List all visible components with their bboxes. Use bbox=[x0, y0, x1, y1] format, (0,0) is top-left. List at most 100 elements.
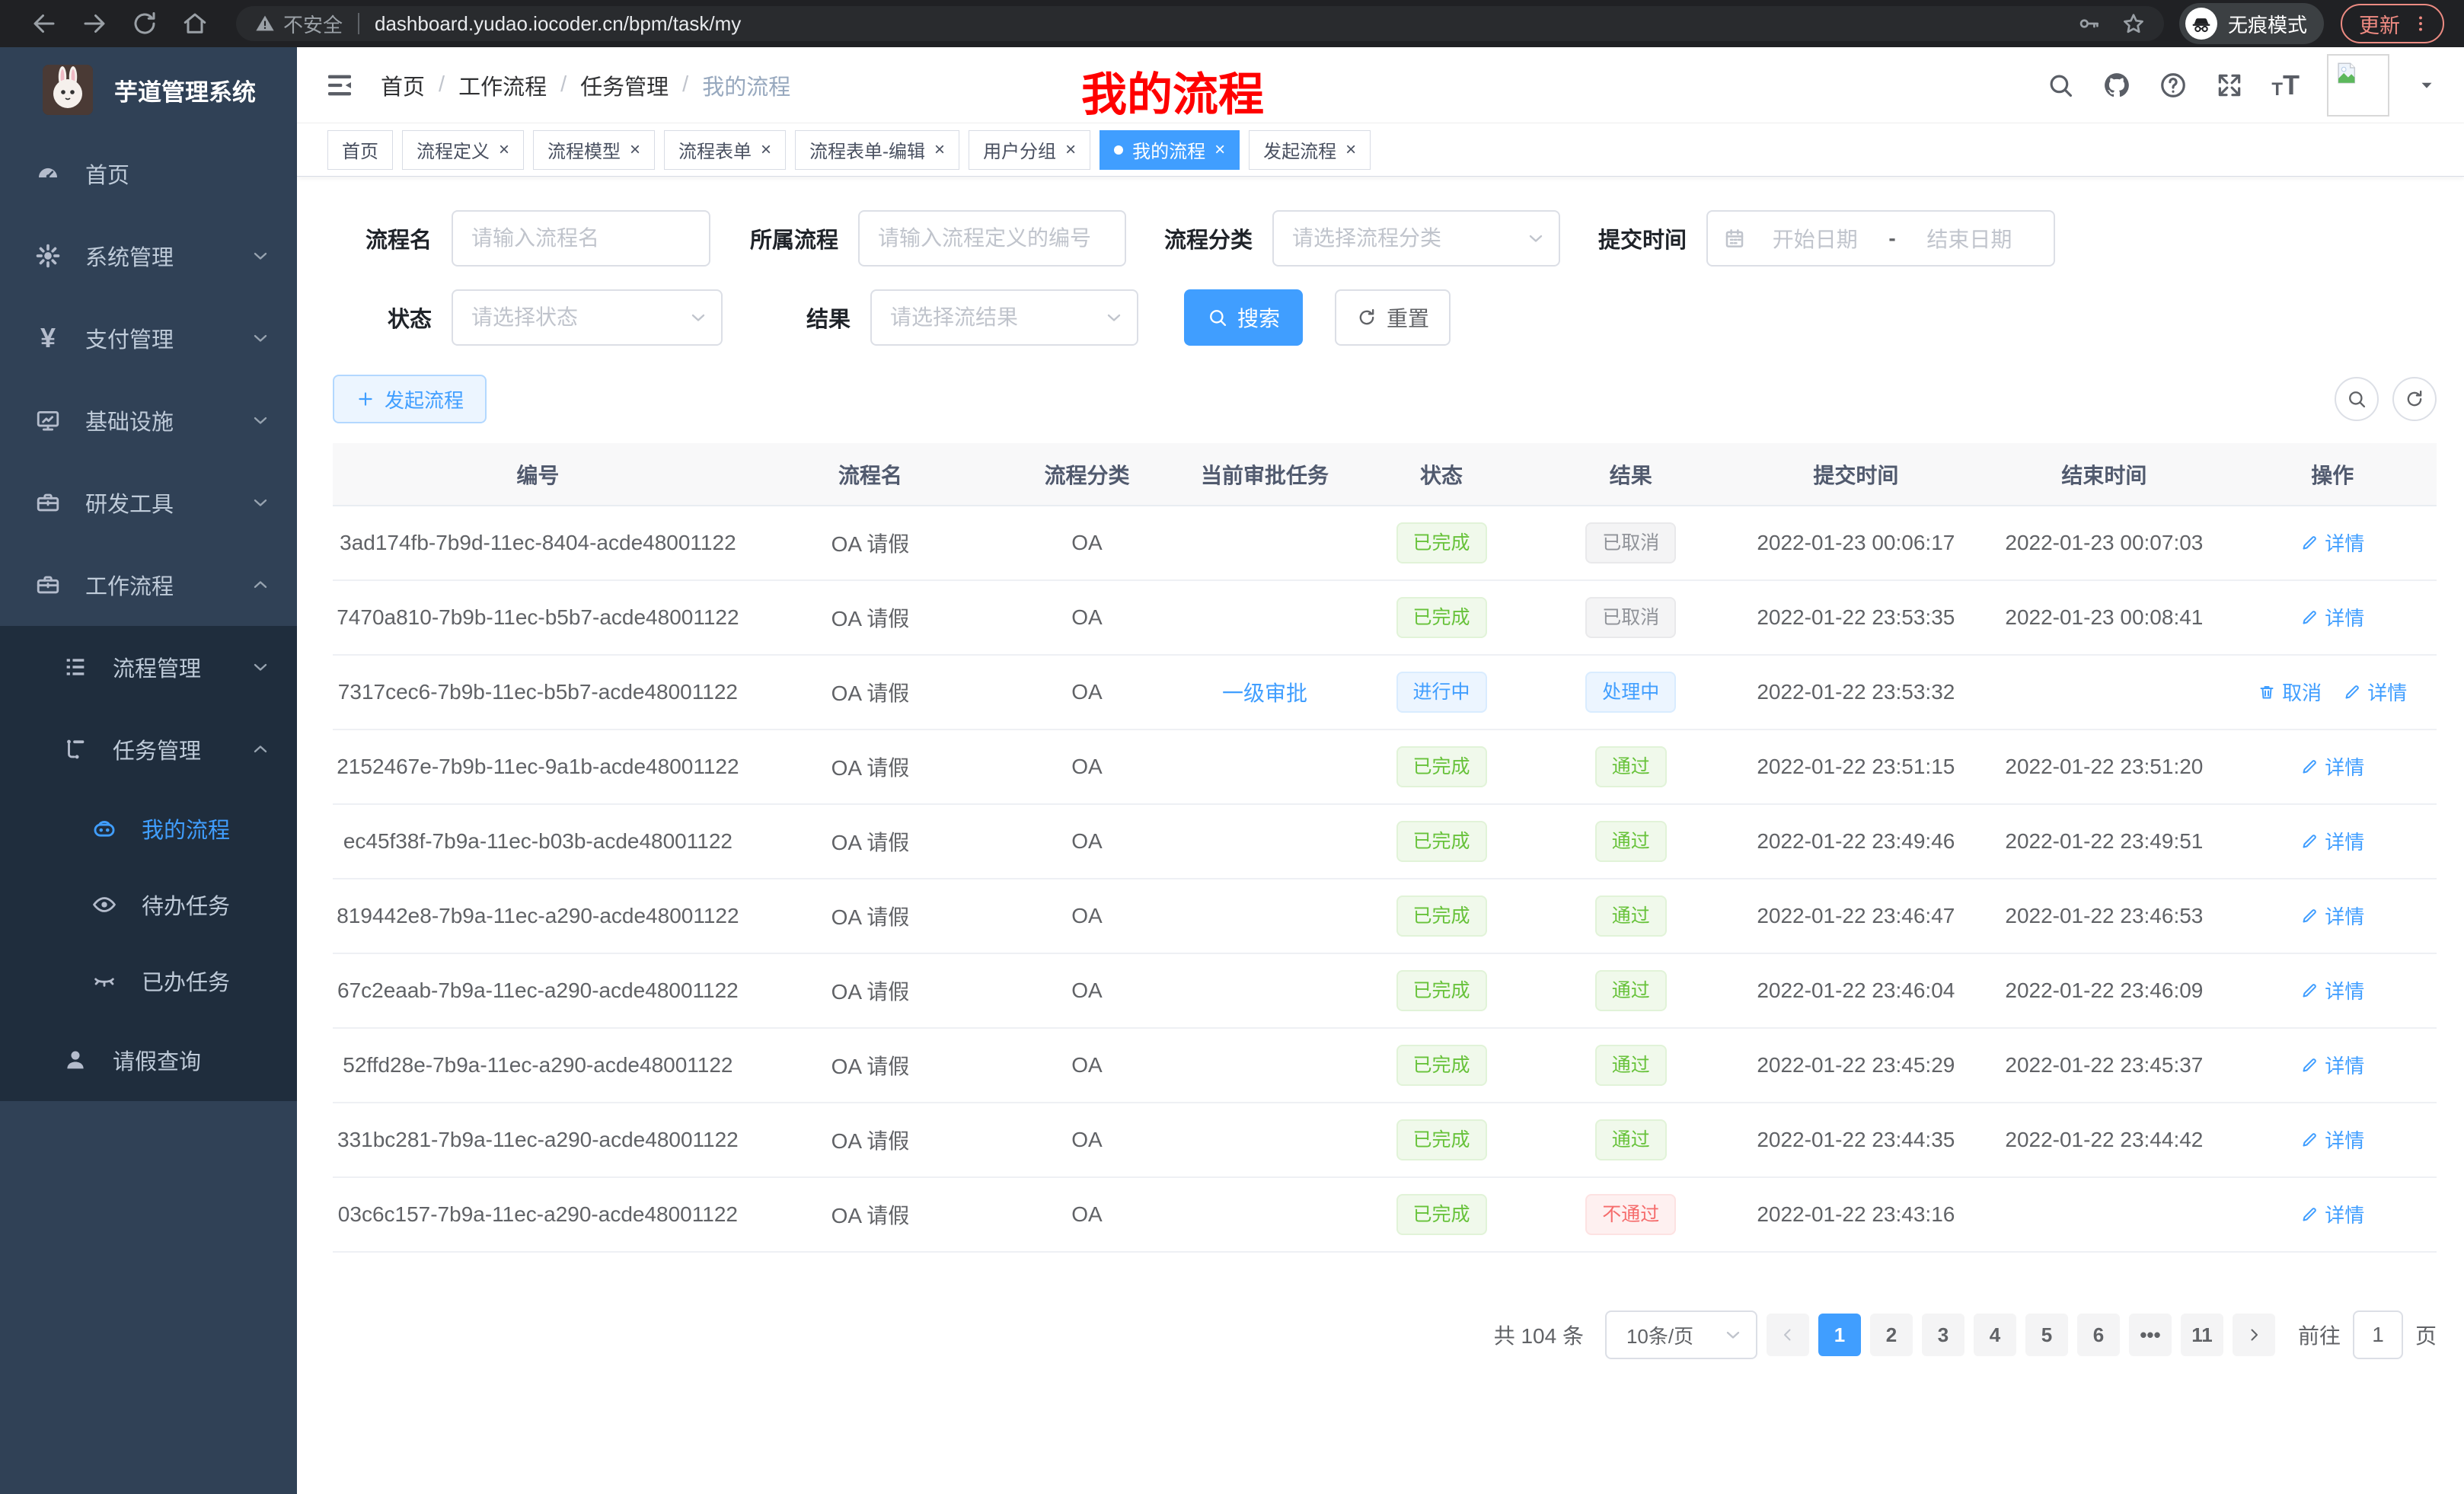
home-icon[interactable] bbox=[181, 10, 209, 37]
definition-input-field[interactable] bbox=[878, 226, 1106, 251]
time-range-picker[interactable]: 开始日期 - 结束日期 bbox=[1706, 210, 2055, 267]
sidebar-item-7[interactable]: 流程管理 bbox=[0, 626, 297, 708]
breadcrumb-item[interactable]: 工作流程 bbox=[458, 69, 547, 101]
tab-流程表单-编辑[interactable]: 流程表单-编辑× bbox=[795, 130, 959, 170]
hamburger-icon[interactable] bbox=[324, 70, 355, 101]
search-icon[interactable] bbox=[2046, 71, 2075, 100]
sidebar-item-12[interactable]: 请假查询 bbox=[0, 1019, 297, 1101]
status-select-field[interactable] bbox=[471, 305, 703, 330]
sidebar-item-3[interactable]: ¥支付管理 bbox=[0, 297, 297, 379]
cancel-action-button[interactable]: 取消 bbox=[2258, 678, 2322, 706]
search-button[interactable]: 搜索 bbox=[1184, 289, 1303, 346]
address-bar[interactable]: 不安全 dashboard.yudao.iocoder.cn/bpm/task/… bbox=[236, 6, 2164, 41]
close-icon[interactable]: × bbox=[761, 141, 771, 159]
caret-down-icon[interactable] bbox=[2417, 75, 2437, 95]
key-icon[interactable] bbox=[2077, 11, 2102, 36]
category-select[interactable] bbox=[1272, 210, 1560, 267]
next-page-button[interactable] bbox=[2233, 1314, 2275, 1356]
sidebar-item-label: 工作流程 bbox=[85, 569, 174, 601]
prev-page-button[interactable] bbox=[1767, 1314, 1809, 1356]
close-icon[interactable]: × bbox=[1345, 141, 1356, 159]
detail-action-button[interactable]: 详情 bbox=[2300, 827, 2364, 855]
refresh-table-button[interactable] bbox=[2392, 377, 2437, 421]
tab-流程模型[interactable]: 流程模型× bbox=[533, 130, 655, 170]
tab-我的流程[interactable]: 我的流程× bbox=[1100, 130, 1240, 170]
page-button-2[interactable]: 2 bbox=[1870, 1314, 1913, 1356]
detail-action-button[interactable]: 详情 bbox=[2300, 752, 2364, 781]
detail-action-button[interactable]: 详情 bbox=[2300, 902, 2364, 930]
sidebar-logo[interactable]: 芋道管理系统 bbox=[0, 47, 297, 132]
github-icon[interactable] bbox=[2102, 71, 2131, 100]
tab-用户分组[interactable]: 用户分组× bbox=[969, 130, 1090, 170]
status-select[interactable] bbox=[452, 289, 723, 346]
sidebar-item-4[interactable]: 基础设施 bbox=[0, 379, 297, 461]
browser-menu-icon[interactable] bbox=[2411, 14, 2430, 34]
url-text[interactable]: dashboard.yudao.iocoder.cn/bpm/task/my bbox=[375, 12, 2077, 36]
sidebar-item-1[interactable]: 首页 bbox=[0, 132, 297, 215]
definition-label: 所属流程 bbox=[748, 222, 838, 254]
avatar[interactable] bbox=[2327, 54, 2389, 117]
page-button-1[interactable]: 1 bbox=[1818, 1314, 1861, 1356]
name-input-field[interactable] bbox=[471, 226, 691, 251]
sidebar-item-2[interactable]: 系统管理 bbox=[0, 215, 297, 297]
sidebar-item-10[interactable]: 待办任务 bbox=[0, 867, 297, 943]
page-button-3[interactable]: 3 bbox=[1922, 1314, 1964, 1356]
fullscreen-icon[interactable] bbox=[2215, 71, 2244, 100]
close-icon[interactable]: × bbox=[934, 141, 945, 159]
detail-action-button[interactable]: 详情 bbox=[2300, 528, 2364, 557]
breadcrumb-item[interactable]: 首页 bbox=[381, 69, 425, 101]
time-start-placeholder[interactable]: 开始日期 bbox=[1746, 223, 1884, 254]
tab-流程表单[interactable]: 流程表单× bbox=[664, 130, 786, 170]
result-select[interactable] bbox=[870, 289, 1138, 346]
time-end-placeholder[interactable]: 结束日期 bbox=[1901, 223, 2038, 254]
page-button-5[interactable]: 5 bbox=[2025, 1314, 2068, 1356]
close-icon[interactable]: × bbox=[1065, 141, 1076, 159]
category-select-field[interactable] bbox=[1292, 226, 1540, 251]
sidebar-item-8[interactable]: 任务管理 bbox=[0, 708, 297, 790]
trash-icon bbox=[2258, 683, 2276, 701]
breadcrumb-item[interactable]: 任务管理 bbox=[580, 69, 669, 101]
close-icon[interactable]: × bbox=[630, 141, 640, 159]
detail-action-button[interactable]: 详情 bbox=[2300, 1200, 2364, 1228]
page-button-11[interactable]: 11 bbox=[2181, 1314, 2223, 1356]
name-input[interactable] bbox=[452, 210, 710, 267]
cell-result: 不通过 bbox=[1530, 1177, 1732, 1252]
forward-icon[interactable] bbox=[81, 10, 108, 37]
tab-发起流程[interactable]: 发起流程× bbox=[1249, 130, 1371, 170]
create-process-button[interactable]: 发起流程 bbox=[333, 375, 487, 423]
detail-action-button[interactable]: 详情 bbox=[2300, 1125, 2364, 1154]
close-icon[interactable]: × bbox=[1214, 141, 1225, 159]
goto-page-input[interactable] bbox=[2353, 1310, 2403, 1359]
detail-action-button[interactable]: 详情 bbox=[2300, 603, 2364, 631]
back-icon[interactable] bbox=[30, 10, 58, 37]
page-button-6[interactable]: 6 bbox=[2077, 1314, 2120, 1356]
cell-process-name: OA 请假 bbox=[743, 580, 997, 655]
cell-result: 已取消 bbox=[1530, 580, 1732, 655]
sidebar-item-11[interactable]: 已办任务 bbox=[0, 943, 297, 1019]
sidebar-item-5[interactable]: 研发工具 bbox=[0, 461, 297, 544]
tab-首页[interactable]: 首页 bbox=[327, 130, 393, 170]
detail-action-button[interactable]: 详情 bbox=[2300, 1051, 2364, 1079]
result-select-field[interactable] bbox=[890, 305, 1119, 330]
definition-input[interactable] bbox=[858, 210, 1126, 267]
chevron-down-icon bbox=[250, 410, 271, 431]
page-ellipsis[interactable]: ••• bbox=[2129, 1314, 2172, 1356]
toggle-search-button[interactable] bbox=[2335, 377, 2379, 421]
current-task-link[interactable]: 一级审批 bbox=[1222, 682, 1307, 705]
font-size-icon[interactable]: TT bbox=[2271, 72, 2300, 99]
close-icon[interactable]: × bbox=[499, 141, 509, 159]
detail-action-button[interactable]: 详情 bbox=[2300, 976, 2364, 1004]
reload-icon[interactable] bbox=[131, 10, 158, 37]
tab-流程定义[interactable]: 流程定义× bbox=[402, 130, 524, 170]
sidebar-item-6[interactable]: 工作流程 bbox=[0, 544, 297, 626]
pencil-icon bbox=[2300, 534, 2319, 552]
reset-button[interactable]: 重置 bbox=[1335, 289, 1451, 346]
cell-status: 已完成 bbox=[1353, 1028, 1530, 1103]
sidebar-item-9[interactable]: 我的流程 bbox=[0, 790, 297, 867]
detail-action-button[interactable]: 详情 bbox=[2343, 678, 2407, 706]
bookmark-star-icon[interactable] bbox=[2121, 11, 2146, 36]
browser-update-button[interactable]: 更新 bbox=[2341, 4, 2444, 43]
help-icon[interactable] bbox=[2159, 71, 2188, 100]
page-button-4[interactable]: 4 bbox=[1974, 1314, 2016, 1356]
page-size-select[interactable]: 10条/页 bbox=[1605, 1310, 1757, 1359]
